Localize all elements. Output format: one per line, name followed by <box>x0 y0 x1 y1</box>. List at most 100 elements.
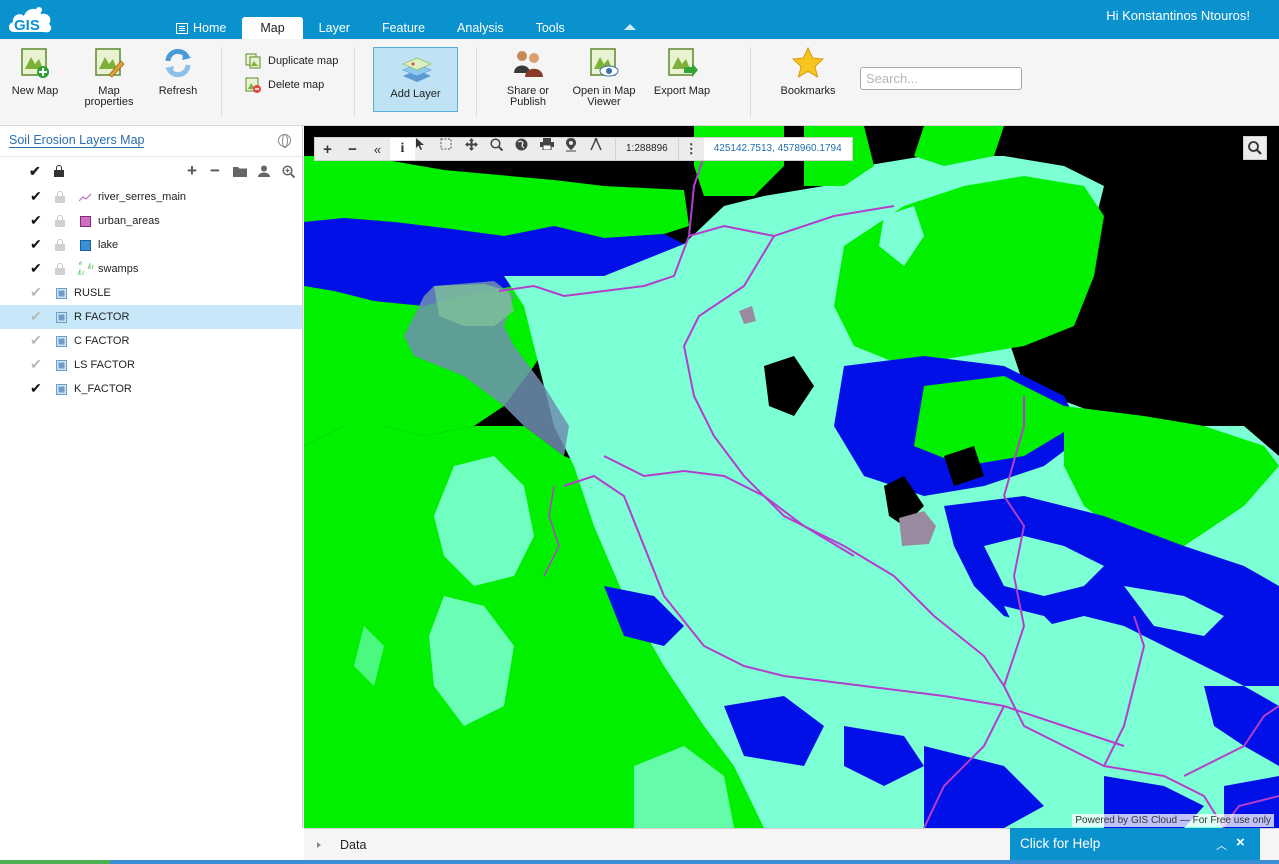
previous-extent-button[interactable]: « <box>365 138 390 160</box>
vertical-dots-icon: ⋮ <box>684 141 698 156</box>
add-layer-button[interactable]: Add Layer <box>373 47 458 112</box>
refresh-button[interactable]: Refresh <box>153 47 203 97</box>
visibility-checkbox[interactable]: ✔ <box>30 189 42 203</box>
help-widget[interactable]: Click for Help ︿ × <box>1010 828 1260 860</box>
minus-icon: − <box>210 161 220 180</box>
tab-map[interactable]: Map <box>242 17 303 39</box>
layer-row-swamps[interactable]: ✔ swamps <box>0 257 302 281</box>
map-title[interactable]: Soil Erosion Layers Map <box>9 133 145 148</box>
globe-icon[interactable] <box>278 134 291 148</box>
layer-row-ls-factor[interactable]: ✔ LS FACTOR <box>0 353 302 377</box>
layer-permissions-button[interactable] <box>258 163 270 179</box>
main-tabs: Home Map Layer Feature Analysis Tools <box>160 17 581 39</box>
layer-row-k-factor[interactable]: ✔ K_FACTOR <box>0 377 302 401</box>
map-properties-button[interactable]: Map properties <box>84 47 134 108</box>
ribbon-toolbar: New Map Map properties Refresh Duplicate… <box>0 39 1279 126</box>
measure-button[interactable] <box>590 138 615 160</box>
share-publish-button[interactable]: Share or Publish <box>502 47 554 108</box>
polygon-symbol-icon <box>80 216 91 227</box>
lock-all-button[interactable] <box>54 163 64 179</box>
expand-arrow-icon[interactable] <box>317 842 321 848</box>
star-icon <box>791 46 825 79</box>
zoom-out-button[interactable]: − <box>340 138 365 160</box>
lock-icon[interactable] <box>55 215 65 227</box>
refresh-icon <box>162 47 194 79</box>
soil-erosion-map-render <box>304 126 1279 828</box>
delete-map-button[interactable]: Delete map <box>245 77 324 93</box>
add-folder-button[interactable] <box>233 163 247 179</box>
tab-analysis[interactable]: Analysis <box>441 17 520 39</box>
coordinates-display: 425142.7513, 4578960.1794 <box>703 138 852 160</box>
duplicate-map-icon <box>245 53 261 69</box>
zoom-in-icon <box>282 164 295 178</box>
lock-icon[interactable] <box>55 191 65 203</box>
export-map-button[interactable]: Export Map <box>652 47 712 97</box>
share-people-icon <box>512 47 544 79</box>
layer-row-lake[interactable]: ✔ lake <box>0 233 302 257</box>
status-line <box>0 860 1279 864</box>
visibility-checkbox[interactable]: ✔ <box>30 213 42 227</box>
globe-icon <box>515 138 528 151</box>
select-tool-button[interactable] <box>415 138 440 160</box>
printer-icon <box>540 138 554 150</box>
user-icon <box>258 165 270 177</box>
search-input[interactable] <box>860 67 1022 90</box>
tab-layer[interactable]: Layer <box>303 17 366 39</box>
new-map-icon <box>19 47 51 79</box>
layer-row-c-factor[interactable]: ✔ C FACTOR <box>0 329 302 353</box>
box-select-button[interactable] <box>440 138 465 160</box>
layer-row-r-factor[interactable]: ✔ R FACTOR <box>0 305 302 329</box>
tab-feature[interactable]: Feature <box>366 17 441 39</box>
layer-visibility-toggle-all[interactable]: ✔ <box>29 163 41 179</box>
place-marker-button[interactable] <box>565 138 590 160</box>
add-layer-plus-button[interactable]: + <box>187 161 197 180</box>
layer-row-urban-areas[interactable]: ✔ urban_areas <box>0 209 302 233</box>
lock-icon[interactable] <box>55 263 65 275</box>
map-properties-icon <box>93 47 125 79</box>
full-extent-button[interactable] <box>515 138 540 160</box>
user-greeting[interactable]: Hi Konstantinos Ntouros! <box>1106 8 1250 23</box>
more-options-button[interactable]: ⋮ <box>679 138 704 160</box>
bookmarks-button[interactable]: Bookmarks <box>779 46 837 97</box>
remove-layer-button[interactable]: − <box>210 161 220 180</box>
layer-list: ✔ river_serres_main ✔ urban_areas ✔ lake… <box>0 185 302 401</box>
minus-icon: − <box>348 140 357 158</box>
close-icon[interactable]: × <box>1236 834 1245 851</box>
print-button[interactable] <box>540 138 565 160</box>
info-tool-button[interactable]: i <box>390 138 415 160</box>
map-search-button[interactable] <box>1243 136 1267 160</box>
pointer-icon <box>416 138 424 150</box>
folder-icon <box>233 167 247 177</box>
visibility-checkbox[interactable]: ✔ <box>30 357 42 371</box>
tab-tools[interactable]: Tools <box>520 17 581 39</box>
new-map-button[interactable]: New Map <box>10 47 60 97</box>
open-map-viewer-button[interactable]: Open in Map Viewer <box>572 47 636 108</box>
layer-row-rusle[interactable]: ✔ RUSLE <box>0 281 302 305</box>
gis-cloud-logo[interactable]: GIS <box>6 2 54 36</box>
chevron-up-icon[interactable]: ︿ <box>1216 837 1227 853</box>
duplicate-map-button[interactable]: Duplicate map <box>245 53 338 69</box>
tab-home[interactable]: Home <box>160 17 242 39</box>
add-layer-icon <box>401 56 433 84</box>
lock-icon[interactable] <box>55 239 65 251</box>
box-select-icon <box>440 138 452 150</box>
pan-tool-button[interactable] <box>465 138 490 160</box>
export-map-icon <box>666 47 698 79</box>
zoom-to-layer-button[interactable] <box>282 163 295 179</box>
visibility-checkbox[interactable]: ✔ <box>30 309 42 323</box>
layer-row-river-serres-main[interactable]: ✔ river_serres_main <box>0 185 302 209</box>
visibility-checkbox[interactable]: ✔ <box>30 333 42 347</box>
visibility-checkbox[interactable]: ✔ <box>30 237 42 251</box>
map-viewer-eye-icon <box>588 47 620 79</box>
scale-display: 1:288896 <box>615 138 679 160</box>
zoom-in-button[interactable]: + <box>315 138 340 160</box>
zoom-box-button[interactable] <box>490 138 515 160</box>
map-canvas[interactable]: + − « i 1:288896 ⋮ 425142.7513, 4578960. <box>304 126 1279 828</box>
visibility-checkbox[interactable]: ✔ <box>30 381 42 395</box>
move-icon <box>465 138 478 151</box>
compass-measure-icon <box>590 138 602 151</box>
collapse-ribbon-icon[interactable] <box>624 24 636 30</box>
visibility-checkbox[interactable]: ✔ <box>30 285 42 299</box>
visibility-checkbox[interactable]: ✔ <box>30 261 42 275</box>
raster-symbol-icon <box>56 336 67 347</box>
